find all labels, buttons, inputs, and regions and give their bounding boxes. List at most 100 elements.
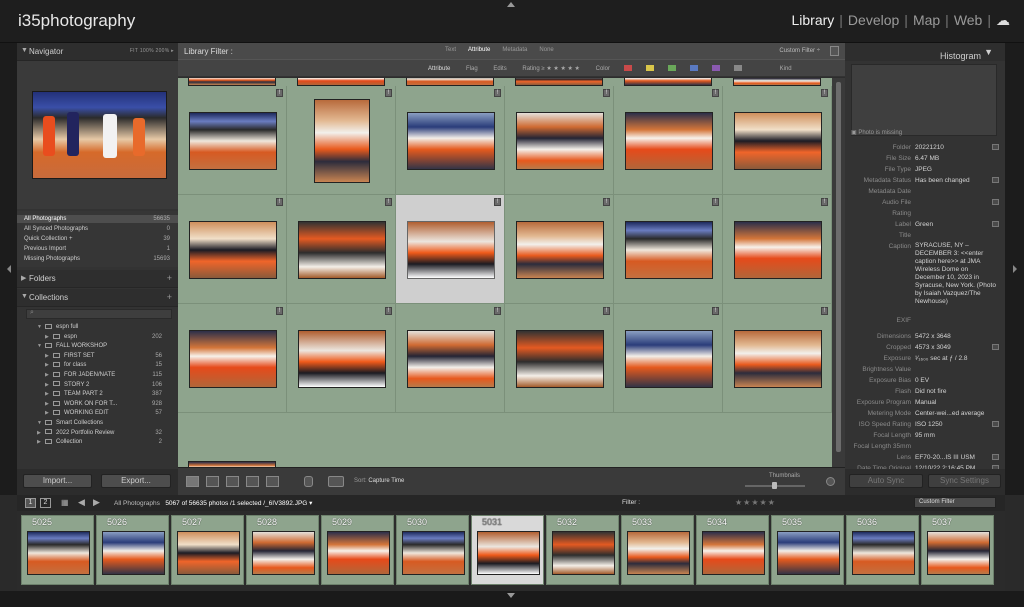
filter-tab-text[interactable]: Text — [445, 47, 456, 53]
folders-header[interactable]: ▶ Folders + — [17, 270, 178, 288]
grid-thumbnail[interactable] — [188, 329, 277, 388]
collection-item[interactable]: ▶ for class 15 — [17, 361, 178, 371]
survey-view-icon[interactable] — [246, 476, 259, 487]
left-panel-toggle-icon[interactable] — [7, 265, 11, 273]
collection-item[interactable]: ▶ FIRST SET 56 — [17, 352, 178, 362]
grid-view-icon[interactable] — [186, 476, 199, 487]
metadata-value[interactable]: Green — [915, 220, 933, 229]
filmstrip-cell[interactable]: 5029 — [321, 515, 394, 585]
grid-thumbnail[interactable] — [733, 111, 822, 170]
grid-thumbnail-partial[interactable] — [188, 78, 276, 86]
metadata-action-icon[interactable] — [992, 199, 999, 205]
navigator-thumbnail[interactable] — [32, 91, 167, 179]
badge-icon[interactable]: ! — [821, 198, 828, 206]
catalog-item[interactable]: Previous Import 1 — [17, 245, 178, 253]
grid-thumbnail[interactable] — [515, 111, 604, 170]
filmstrip-thumbnail[interactable] — [702, 531, 765, 575]
filmstrip-cell[interactable]: 5034 — [696, 515, 769, 585]
add-collection-icon[interactable]: + — [167, 292, 172, 302]
grid-thumbnail-partial[interactable] — [515, 78, 603, 86]
grid-cell[interactable]: ! — [505, 195, 614, 304]
disclosure-triangle-icon[interactable]: ▼ — [37, 419, 45, 428]
filmstrip-thumbnail[interactable] — [852, 531, 915, 575]
thumbnail-size-slider[interactable] — [745, 482, 805, 489]
collections-search-input[interactable]: ⌕ — [26, 309, 172, 319]
badge-icon[interactable]: ! — [385, 198, 392, 206]
module-web[interactable]: Web — [954, 12, 983, 28]
grid-cell[interactable]: ! — [178, 304, 287, 413]
collection-item[interactable]: ▶ WORKING EDIT 57 — [17, 409, 178, 419]
module-library[interactable]: Library — [791, 12, 834, 28]
filmstrip-cell[interactable]: 5027 — [171, 515, 244, 585]
grid-cell[interactable]: ! — [614, 304, 723, 413]
disclosure-triangle-icon[interactable]: ▶ — [45, 333, 53, 342]
filmstrip-thumbnail[interactable] — [177, 531, 240, 575]
catalog-item[interactable]: Quick Collection + 39 — [17, 235, 178, 243]
module-map[interactable]: Map — [913, 12, 940, 28]
badge-icon[interactable]: ! — [821, 307, 828, 315]
disclosure-triangle-icon[interactable]: ▶ — [45, 371, 53, 380]
color-label-swatch[interactable] — [623, 65, 632, 72]
histogram-header[interactable]: Histogram ▼ — [845, 43, 1005, 61]
right-panel-toggle-icon[interactable] — [1013, 265, 1017, 273]
disclosure-triangle-icon[interactable]: ▶ — [37, 438, 45, 447]
badge-icon[interactable]: ! — [821, 89, 828, 97]
grid-thumbnail[interactable] — [188, 220, 277, 279]
catalog-item[interactable]: All Synced Photographs 0 — [17, 225, 178, 233]
catalog-item[interactable]: All Photographs 56635 — [17, 215, 178, 223]
primary-window-button[interactable]: 1 — [25, 498, 36, 508]
grid-cell[interactable]: ! — [396, 195, 505, 304]
badge-icon[interactable]: ! — [276, 198, 283, 206]
filter-tab-none[interactable]: None — [539, 47, 553, 53]
grid-thumbnail[interactable] — [515, 220, 604, 279]
grid-cell[interactable]: ! — [396, 304, 505, 413]
collection-item[interactable]: ▶ TEAM PART 2 387 — [17, 390, 178, 400]
disclosure-triangle-icon[interactable]: ▼ — [37, 342, 45, 351]
filmstrip-thumbnail[interactable] — [927, 531, 990, 575]
grid-cell[interactable]: ! — [614, 195, 723, 304]
disclosure-triangle-icon[interactable]: ▶ — [45, 381, 53, 390]
metadata-action-icon[interactable] — [992, 344, 999, 350]
cloud-icon[interactable]: ☁ — [996, 12, 1010, 28]
filmstrip-cell[interactable]: 5037 — [921, 515, 994, 585]
module-develop[interactable]: Develop — [848, 12, 899, 28]
add-folder-icon[interactable]: + — [167, 273, 172, 283]
badge-icon[interactable]: ! — [603, 307, 610, 315]
kind-filter[interactable]: Kind — [780, 66, 792, 72]
collection-item[interactable]: ▼ espn full — [17, 323, 178, 333]
rating-filter[interactable]: Rating ≥ ★ ★ ★ ★ ★ — [522, 66, 580, 72]
grid-scrollbar[interactable] — [832, 78, 845, 467]
collections-header[interactable]: ▼ Collections + — [17, 289, 178, 307]
filter-tab-metadata[interactable]: Metadata — [502, 47, 527, 53]
grid-thumbnail[interactable] — [624, 220, 713, 279]
badge-icon[interactable]: ! — [494, 89, 501, 97]
badge-icon[interactable]: ! — [712, 89, 719, 97]
filmstrip-thumbnail[interactable] — [102, 531, 165, 575]
metadata-action-icon[interactable] — [992, 177, 999, 183]
filmstrip-thumbnail[interactable] — [327, 531, 390, 575]
disclosure-triangle-icon[interactable]: ▶ — [45, 400, 53, 409]
grid-icon[interactable]: ▦ — [61, 498, 69, 507]
disclosure-triangle-icon[interactable]: ▼ — [37, 323, 45, 332]
metadata-action-icon[interactable] — [992, 454, 999, 460]
rating-stars-filter[interactable]: ★★★★★ — [735, 498, 776, 507]
filmstrip-cell[interactable]: 5035 — [771, 515, 844, 585]
people-view-icon[interactable] — [266, 476, 279, 487]
disclosure-triangle-icon[interactable]: ▶ — [45, 390, 53, 399]
filmstrip-cell[interactable]: 5033 — [621, 515, 694, 585]
export-button[interactable]: Export... — [101, 474, 171, 488]
grid-thumbnail[interactable] — [624, 111, 713, 170]
collapse-bottom-panel-arrow-icon[interactable] — [507, 593, 515, 598]
compare-view-icon[interactable] — [226, 476, 239, 487]
grid-cell[interactable]: ! — [396, 86, 505, 195]
badge-icon[interactable]: ! — [494, 307, 501, 315]
grid-thumbnail-partial[interactable] — [297, 78, 385, 86]
sync-settings-button[interactable]: Sync Settings — [928, 474, 1001, 488]
grid-thumbnail[interactable] — [406, 329, 495, 388]
filmstrip-thumbnail[interactable] — [252, 531, 315, 575]
sort-direction-icon[interactable] — [328, 476, 344, 487]
badge-icon[interactable]: ! — [385, 307, 392, 315]
toolbar-menu-icon[interactable] — [826, 477, 835, 486]
disclosure-triangle-icon[interactable]: ▶ — [45, 352, 53, 361]
grid-thumbnail[interactable] — [733, 329, 822, 388]
